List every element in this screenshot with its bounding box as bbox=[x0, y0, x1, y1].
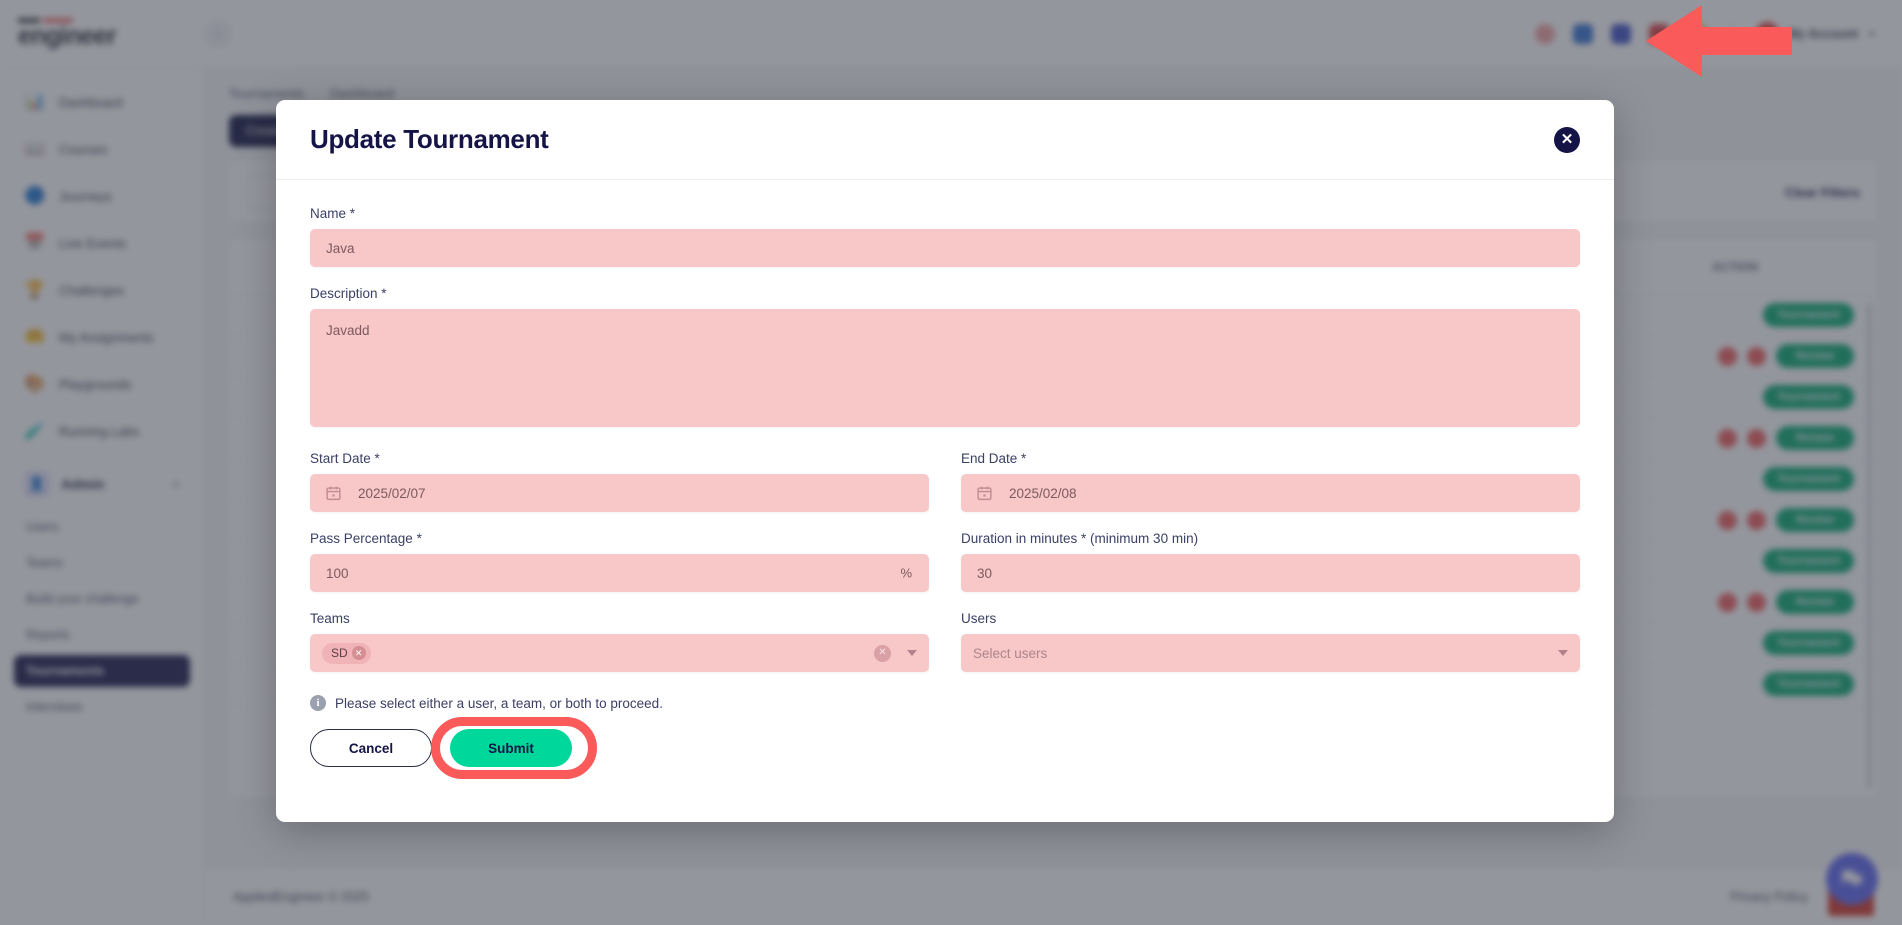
start-date-field-group: Start Date * bbox=[310, 451, 929, 512]
pass-percentage-input[interactable] bbox=[310, 554, 929, 592]
pass-percentage-label: Pass Percentage * bbox=[310, 531, 929, 546]
name-field-group: Name * bbox=[310, 206, 1580, 267]
name-label: Name * bbox=[310, 206, 1580, 221]
end-date-label: End Date * bbox=[961, 451, 1580, 466]
duration-field-group: Duration in minutes * (minimum 30 min) bbox=[961, 531, 1580, 592]
chevron-down-icon[interactable] bbox=[1558, 650, 1568, 656]
modal-body: Name * Description * Javadd Start Date * bbox=[276, 180, 1614, 822]
close-icon[interactable]: ✕ bbox=[1554, 127, 1580, 153]
teams-chip: SD ✕ bbox=[322, 643, 371, 664]
duration-input[interactable] bbox=[961, 554, 1580, 592]
teams-label: Teams bbox=[310, 611, 929, 626]
pass-duration-row: Pass Percentage * % Duration in minutes … bbox=[310, 531, 1580, 611]
duration-label: Duration in minutes * (minimum 30 min) bbox=[961, 531, 1580, 546]
description-textarea[interactable]: Javadd bbox=[310, 309, 1580, 427]
users-placeholder: Select users bbox=[973, 646, 1047, 661]
modal-title: Update Tournament bbox=[310, 124, 549, 155]
users-multiselect[interactable]: Select users bbox=[961, 634, 1580, 672]
remove-chip-icon[interactable]: ✕ bbox=[352, 646, 366, 660]
pass-percentage-field-group: Pass Percentage * % bbox=[310, 531, 929, 592]
percent-suffix: % bbox=[900, 566, 912, 581]
clear-icon[interactable]: ✕ bbox=[874, 645, 891, 662]
teams-multiselect[interactable]: SD ✕ ✕ bbox=[310, 634, 929, 672]
submit-button[interactable]: Submit bbox=[450, 729, 572, 767]
modal-actions: Cancel Submit bbox=[310, 729, 1580, 767]
end-date-input[interactable] bbox=[961, 474, 1580, 512]
chevron-down-icon[interactable] bbox=[907, 650, 917, 656]
update-tournament-modal: Update Tournament ✕ Name * Description *… bbox=[276, 100, 1614, 822]
start-date-label: Start Date * bbox=[310, 451, 929, 466]
selection-hint-text: Please select either a user, a team, or … bbox=[335, 696, 663, 711]
teams-chip-label: SD bbox=[331, 646, 348, 660]
users-label: Users bbox=[961, 611, 1580, 626]
info-icon: i bbox=[310, 695, 326, 711]
selection-hint: i Please select either a user, a team, o… bbox=[310, 695, 1580, 711]
dates-row: Start Date * End Date * bbox=[310, 451, 1580, 531]
description-label: Description * bbox=[310, 286, 1580, 301]
teams-field-group: Teams SD ✕ ✕ bbox=[310, 611, 929, 672]
name-input[interactable] bbox=[310, 229, 1580, 267]
description-field-group: Description * Javadd bbox=[310, 286, 1580, 432]
cancel-button[interactable]: Cancel bbox=[310, 729, 432, 767]
modal-header: Update Tournament ✕ bbox=[276, 100, 1614, 180]
users-field-group: Users Select users bbox=[961, 611, 1580, 672]
start-date-input[interactable] bbox=[310, 474, 929, 512]
teams-users-row: Teams SD ✕ ✕ Users Select users bbox=[310, 611, 1580, 691]
end-date-field-group: End Date * bbox=[961, 451, 1580, 512]
